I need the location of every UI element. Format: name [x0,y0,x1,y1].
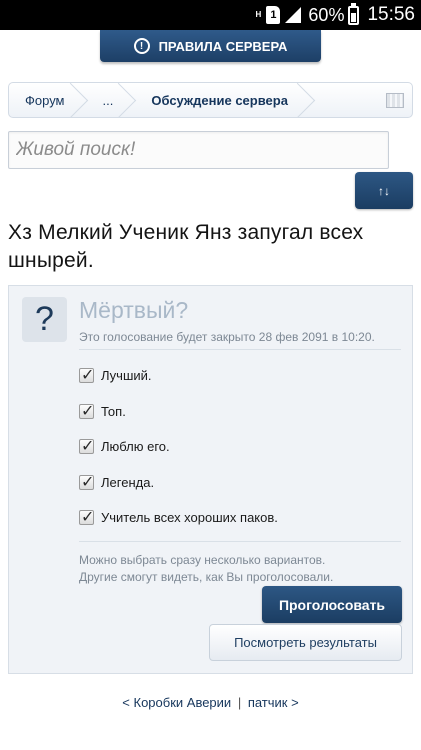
vote-button[interactable]: Проголосовать [262,586,402,623]
poll-option-label: Люблю его. [101,439,170,455]
poll-hint-line: Можно выбрать сразу несколько вариантов. [79,553,326,567]
checkbox-checked[interactable] [79,472,94,492]
checkbox-checked[interactable] [79,365,94,385]
list-icon[interactable] [386,93,404,108]
server-rules-label: ПРАВИЛА СЕРВЕРА [158,38,288,54]
view-results-button[interactable]: Посмотреть результаты [209,624,402,661]
poll-divider [79,541,401,542]
poll-divider [79,349,401,350]
breadcrumb-item-server-discussion[interactable]: Обсуждение сервера [135,83,310,117]
server-rules-button[interactable]: ! ПРАВИЛА СЕРВЕРА [100,30,321,62]
sim-icon: 1 [266,6,281,24]
question-mark-icon: ? [22,297,67,342]
breadcrumb-item-ellipsis[interactable]: ... [87,83,136,117]
checkbox-checked[interactable] [79,401,94,421]
battery-percent: 60% [308,4,345,25]
breadcrumb: Форум ... Обсуждение сервера [8,82,413,118]
thread-title: Хз Мелкий Ученик Янз запугал всех шнырей… [8,221,364,272]
clock: 15:56 [367,4,415,25]
checkbox-checked[interactable] [79,507,94,527]
poll-question: Мёртвый? [79,297,189,323]
network-type-indicator: H [255,10,262,19]
poll-option-label: Легенда. [101,474,155,490]
poll-option-label: Топ. [101,403,126,419]
thread-navigation: < Коробки Аверии | патчик > [0,695,421,710]
next-thread-link[interactable]: патчик > [248,695,299,710]
signal-icon [285,7,302,23]
breadcrumb-item-forum[interactable]: Форум [9,83,87,117]
sort-toggle-button[interactable]: ↑↓ [355,172,413,209]
poll-option[interactable]: Топ. [79,394,401,430]
poll-option-label: Лучший. [101,368,152,384]
poll-option[interactable]: Учитель всех хороших паков. [79,500,401,536]
prev-thread-link[interactable]: < Коробки Аверии [122,695,231,710]
poll-option[interactable]: Легенда. [79,465,401,501]
checkbox-checked[interactable] [79,436,94,456]
nav-separator: | [237,695,242,710]
battery-icon [348,2,360,25]
poll-hint: Можно выбрать сразу несколько вариантов.… [79,552,401,586]
poll-options: Лучший. Топ. Люблю его. Легенда. Учитель… [79,358,401,536]
status-bar: H 1 60% 15:56 [0,0,421,30]
exclamation-icon: ! [133,38,150,54]
poll-option[interactable]: Лучший. [79,358,401,394]
live-search-input[interactable] [8,131,389,169]
poll-option-label: Учитель всех хороших паков. [101,510,278,526]
poll-closing-note: Это голосование будет закрыто 28 фев 209… [79,330,375,344]
poll-block: ? Мёртвый? Это голосование будет закрыто… [8,285,413,674]
poll-hint-line: Другие смогут видеть, как Вы проголосова… [79,570,334,584]
poll-option[interactable]: Люблю его. [79,429,401,465]
